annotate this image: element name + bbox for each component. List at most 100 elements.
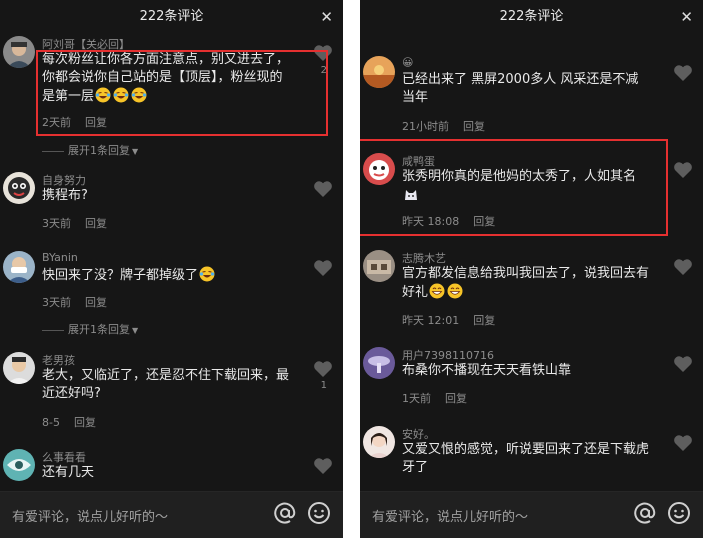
- comment-text: 每次粉丝让你各方面注意点，别又进去了，你都会说你自己站的是【顶层】，粉丝现的是第…: [42, 51, 290, 106]
- mention-icon[interactable]: [273, 501, 297, 525]
- laughing-crying-emoji-icon: [131, 87, 147, 103]
- mention-icon[interactable]: [633, 501, 657, 525]
- comment-meta: 3天前 回复: [42, 294, 107, 310]
- comment-text-body: 快回来了没？牌子都掉级了: [42, 268, 199, 283]
- comment-username[interactable]: 咸鸭蛋: [402, 153, 435, 169]
- avatar[interactable]: [363, 347, 395, 379]
- avatar[interactable]: [3, 449, 35, 481]
- comment-text-body: 老大，又临近了，还是忍不住下载回来，最近还好吗?: [42, 368, 290, 401]
- avatar[interactable]: [3, 251, 35, 283]
- comment-username[interactable]: BYanin: [42, 251, 78, 264]
- comments-title: 222条评论: [499, 9, 564, 24]
- comment-input-bar: 有爱评论，说点儿好听的～: [360, 491, 703, 538]
- heart-icon[interactable]: [673, 434, 693, 452]
- comment-text-body: 还有几天: [42, 465, 95, 480]
- comment-input-bar: 有爱评论，说点儿好听的～: [0, 491, 343, 538]
- heart-icon[interactable]: [673, 64, 693, 82]
- panel-divider: [343, 0, 360, 538]
- comment-meta: 1天前 回复: [402, 390, 467, 406]
- comment-input[interactable]: 有爱评论，说点儿好听的～: [12, 506, 168, 525]
- comment-meta: 昨天 18:08 回复: [402, 213, 495, 229]
- heart-icon[interactable]: [313, 457, 333, 475]
- grinning-emoji-icon: [447, 283, 463, 299]
- avatar[interactable]: [3, 352, 35, 384]
- comment-text: 还有几天: [42, 464, 290, 482]
- reply-button[interactable]: 回复: [445, 392, 467, 405]
- reply-button[interactable]: 回复: [85, 296, 107, 309]
- comment-text-body: 张秀明你真的是他妈的太秀了，人如其名: [402, 169, 637, 184]
- avatar[interactable]: [363, 56, 395, 88]
- comment-meta: 21小时前 回复: [402, 118, 485, 134]
- avatar[interactable]: [363, 426, 395, 458]
- right-comments-panel: 222条评论 ✕ 😀 已经出来了 黑屏2000多人 风采还是不减当年 21小时前…: [360, 0, 703, 538]
- avatar[interactable]: [3, 36, 35, 68]
- heart-icon[interactable]: [313, 180, 333, 198]
- comment-input[interactable]: 有爱评论，说点儿好听的～: [372, 506, 528, 525]
- expand-replies-label: 展开1条回复: [68, 323, 130, 336]
- comment-text: 快回来了没？牌子都掉级了: [42, 266, 290, 285]
- close-icon[interactable]: ✕: [320, 0, 333, 34]
- avatar[interactable]: [363, 250, 395, 282]
- comment-time: 8-5: [42, 416, 60, 429]
- heart-icon[interactable]: [673, 161, 693, 179]
- comment-time: 2天前: [42, 116, 71, 129]
- comment-meta: 2天前 回复: [42, 114, 107, 130]
- comment-time: 昨天 18:08: [402, 215, 460, 228]
- reply-button[interactable]: 回复: [85, 217, 107, 230]
- left-comments-panel: 222条评论 ✕ 阿刘哥【关必回】 每次粉丝让你各方面注意点，别又进去了，你都会…: [0, 0, 343, 538]
- laughing-crying-emoji-icon: [113, 87, 129, 103]
- cat-emoji-icon: [403, 186, 419, 202]
- like-count: 2: [320, 65, 327, 76]
- comment-text: 携程布?: [42, 187, 290, 205]
- comment-time: 3天前: [42, 217, 71, 230]
- comment-time: 1天前: [402, 392, 431, 405]
- reply-button[interactable]: 回复: [473, 215, 495, 228]
- heart-icon[interactable]: [313, 360, 333, 378]
- avatar[interactable]: [363, 153, 395, 185]
- comment-meta: 8-5 回复: [42, 414, 96, 430]
- comment-text: 已经出来了 黑屏2000多人 风采还是不减当年: [402, 71, 650, 107]
- heart-icon[interactable]: [313, 44, 333, 62]
- comment-text: 老大，又临近了，还是忍不住下载回来，最近还好吗?: [42, 367, 290, 403]
- reply-button[interactable]: 回复: [463, 120, 485, 133]
- comment-text-body: 每次粉丝让你各方面注意点，别又进去了，你都会说你自己站的是【顶层】，粉丝现的是第…: [42, 52, 290, 104]
- comment-time: 3天前: [42, 296, 71, 309]
- comment-time: 昨天 12:01: [402, 314, 460, 327]
- comment-meta: 3天前 回复: [42, 215, 107, 231]
- comment-meta: 昨天 12:01 回复: [402, 312, 495, 328]
- heart-icon[interactable]: [673, 258, 693, 276]
- heart-icon[interactable]: [673, 355, 693, 373]
- reply-button[interactable]: 回复: [74, 416, 96, 429]
- emoji-icon[interactable]: [667, 501, 691, 525]
- comment-text: 张秀明你真的是他妈的太秀了，人如其名: [402, 168, 650, 205]
- comment-text: 官方都发信息给我叫我回去了，说我回去有好礼: [402, 265, 650, 302]
- comment-text-body: 已经出来了 黑屏2000多人 风采还是不减当年: [402, 72, 639, 105]
- expand-replies-button[interactable]: 展开1条回复 ▼: [42, 321, 138, 337]
- comment-username[interactable]: 用户7398110716: [402, 347, 494, 363]
- comment-username[interactable]: 么事看看: [42, 449, 86, 465]
- comment-username[interactable]: 安好。: [402, 426, 435, 442]
- emoji-icon[interactable]: [307, 501, 331, 525]
- expand-replies-button[interactable]: 展开1条回复 ▼: [42, 142, 138, 158]
- comment-text-body: 携程布?: [42, 188, 88, 203]
- comments-title: 222条评论: [139, 9, 204, 24]
- expand-replies-label: 展开1条回复: [68, 144, 130, 157]
- comment-text: 布桑你不播现在天天看铁山靠: [402, 362, 650, 380]
- comment-username[interactable]: 志腾木艺: [402, 250, 446, 266]
- caret-down-icon: ▼: [132, 147, 139, 156]
- comment-text-body: 布桑你不播现在天天看铁山靠: [402, 363, 572, 378]
- laughing-crying-emoji-icon: [199, 266, 215, 282]
- comment-username[interactable]: 😀: [402, 56, 413, 69]
- caret-down-icon: ▼: [132, 326, 139, 335]
- comment-username[interactable]: 老男孩: [42, 352, 75, 368]
- close-icon[interactable]: ✕: [680, 0, 693, 34]
- reply-button[interactable]: 回复: [85, 116, 107, 129]
- comment-username[interactable]: 自身努力: [42, 172, 86, 188]
- comment-time: 21小时前: [402, 120, 449, 133]
- grinning-emoji-icon: [429, 283, 445, 299]
- comment-text-body: 又爱又恨的感觉，听说要回来了还是下载虎牙了: [402, 442, 650, 475]
- reply-button[interactable]: 回复: [473, 314, 495, 327]
- comment-username[interactable]: 阿刘哥【关必回】: [42, 36, 130, 52]
- heart-icon[interactable]: [313, 259, 333, 277]
- avatar[interactable]: [3, 172, 35, 204]
